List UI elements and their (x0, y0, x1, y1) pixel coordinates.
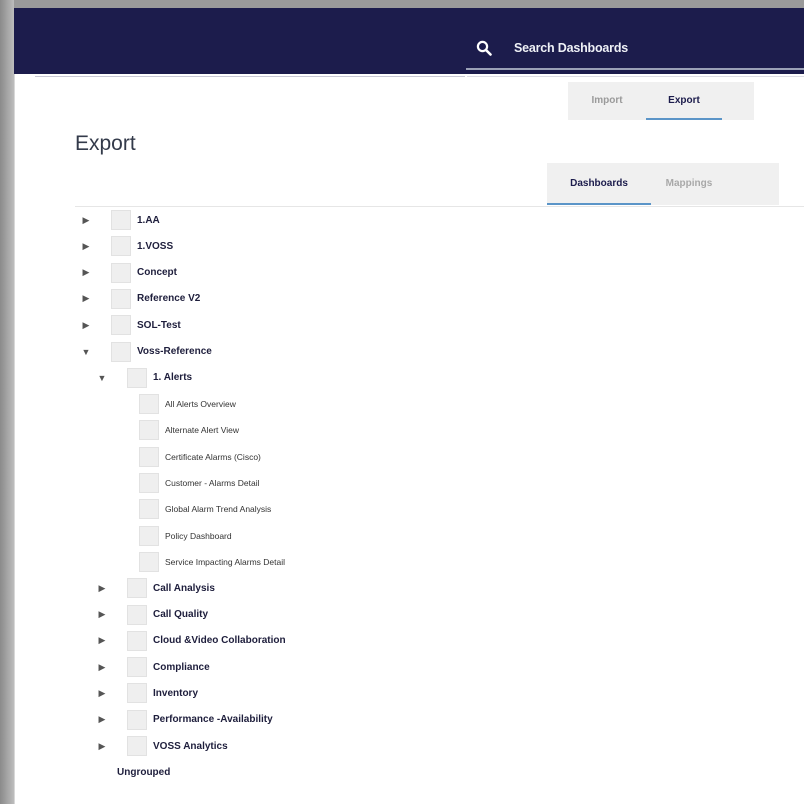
tree-item[interactable]: ▼ 1. Alerts (95, 365, 192, 391)
tree-item-checkbox[interactable] (111, 341, 131, 362)
tree-item-label: Customer - Alarms Detail (165, 478, 260, 488)
tree-item-label: VOSS Analytics (153, 740, 228, 752)
tree-item-label: SOL-Test (137, 319, 181, 331)
caret-right-icon[interactable]: ▶ (95, 714, 109, 725)
tree-item[interactable]: Customer - Alarms Detail (139, 470, 259, 496)
tree-item-label: Alternate Alert View (165, 425, 240, 436)
tree-item-checkbox[interactable] (139, 420, 159, 441)
tree-item[interactable]: ▶ Performance -Availability (95, 707, 273, 733)
tree-item[interactable]: All Alerts Overview (139, 391, 236, 417)
tree-item-label: Ungrouped (117, 766, 171, 778)
tree-item-label: Reference V2 (137, 293, 201, 305)
tree-item[interactable]: ▶ Call Analysis (95, 575, 215, 601)
tree-item-label: 1. Alerts (153, 372, 193, 384)
tree-item-checkbox[interactable] (127, 604, 147, 625)
tree-item-checkbox[interactable] (127, 630, 147, 651)
caret-right-icon[interactable]: ▶ (79, 293, 93, 304)
caret-right-icon[interactable]: ▶ (79, 320, 93, 331)
tree-item[interactable]: Service Impacting Alarms Detail (139, 549, 285, 575)
tree-item[interactable]: ▶ Concept (79, 260, 177, 286)
tree-item[interactable]: Ungrouped (111, 759, 170, 785)
tree-item-label: Concept (137, 267, 177, 279)
tree-item-label: Inventory (153, 687, 199, 699)
top-bar: Search Dashboards (14, 8, 804, 74)
tree-item-checkbox[interactable] (127, 683, 147, 704)
tree-item[interactable]: ▶ SOL-Test (79, 312, 181, 338)
main-content: Import Export Export Dashboards Mappings… (14, 74, 804, 804)
tree-item-label: Global Alarm Trend Analysis (165, 504, 272, 515)
tree-item-checkbox[interactable] (139, 473, 159, 493)
caret-right-icon[interactable]: ▶ (79, 267, 93, 278)
tab-dashboards[interactable]: Dashboards (547, 163, 651, 205)
tree-item[interactable]: ▶ Compliance (95, 654, 210, 680)
tree-item[interactable]: ▼ Voss-Reference (79, 339, 212, 365)
tree-item-checkbox[interactable] (139, 499, 159, 520)
tree-item-label: Call Analysis (153, 582, 215, 594)
tree-item-label: Voss-Reference (137, 346, 212, 357)
divider (75, 206, 804, 207)
tree-item-checkbox[interactable] (139, 525, 159, 546)
tree-item[interactable]: ▶ Call Quality (95, 602, 208, 628)
tree-item-label: 1.VOSS (137, 240, 174, 252)
tab-export[interactable]: Export (646, 82, 722, 120)
tree-item-checkbox[interactable] (127, 657, 147, 678)
caret-right-icon[interactable]: ▶ (95, 688, 109, 699)
divider (35, 76, 465, 77)
caret-right-icon[interactable]: ▶ (95, 662, 109, 673)
tree-item[interactable]: Alternate Alert View (139, 417, 239, 443)
tree-item-label: Call Quality (153, 609, 209, 620)
tree-item-checkbox[interactable] (127, 736, 147, 756)
caret-right-icon[interactable]: ▶ (95, 635, 109, 646)
tree-item-checkbox[interactable] (111, 236, 131, 257)
import-export-tabs: Import Export (568, 82, 754, 120)
tree-item-checkbox[interactable] (111, 262, 131, 283)
tab-mappings[interactable]: Mappings (651, 163, 727, 205)
search-bar[interactable]: Search Dashboards (466, 28, 804, 70)
tree-item[interactable]: ▶ 1.AA (79, 207, 160, 233)
tree-item-label: Compliance (153, 661, 210, 673)
tree-item[interactable]: ▶ Cloud &Video Collaboration (95, 628, 286, 654)
search-input[interactable]: Search Dashboards (514, 41, 628, 55)
tab-import[interactable]: Import (568, 82, 646, 120)
tree-item-label: Performance -Availability (153, 714, 273, 726)
tree-item[interactable]: ▶ 1.VOSS (79, 233, 173, 259)
tree-item-checkbox[interactable] (139, 446, 159, 467)
caret-down-icon[interactable]: ▼ (95, 373, 109, 383)
tree-item-checkbox[interactable] (127, 709, 147, 730)
tree-item[interactable]: Policy Dashboard (139, 523, 232, 549)
tree-item[interactable]: ▶ Inventory (95, 680, 198, 706)
tree-item-label: Cloud &Video Collaboration (153, 635, 286, 647)
tree-item-checkbox[interactable] (127, 367, 147, 388)
tree-item-checkbox[interactable] (139, 394, 159, 415)
tree-item[interactable]: Certificate Alarms (Cisco) (139, 444, 261, 470)
tree-item-label: Service Impacting Alarms Detail (165, 556, 285, 567)
tree-item-label: 1.AA (137, 214, 160, 226)
divider (467, 76, 804, 77)
tree-item-checkbox[interactable] (111, 288, 131, 309)
tree-item-label: All Alerts Overview (165, 399, 236, 410)
caret-right-icon[interactable]: ▶ (95, 583, 109, 594)
tree-item-checkbox[interactable] (139, 551, 159, 572)
tree-item-label: Policy Dashboard (165, 530, 232, 541)
left-shadow (0, 0, 14, 804)
page-title: Export (75, 132, 136, 155)
caret-right-icon[interactable]: ▶ (95, 609, 109, 620)
caret-right-icon[interactable]: ▶ (79, 241, 93, 252)
caret-right-icon[interactable]: ▶ (79, 215, 93, 226)
tree-item-checkbox[interactable] (127, 578, 147, 599)
tree-item-checkbox[interactable] (111, 210, 131, 230)
export-type-tabs: Dashboards Mappings (547, 163, 779, 205)
tree-item-checkbox[interactable] (111, 315, 131, 336)
search-icon (476, 40, 492, 56)
tree-item-label: Certificate Alarms (Cisco) (165, 451, 261, 462)
caret-right-icon[interactable]: ▶ (95, 741, 109, 752)
tree-item[interactable]: ▶ Reference V2 (79, 286, 200, 312)
caret-down-icon[interactable]: ▼ (79, 347, 93, 357)
tree-item[interactable]: ▶ VOSS Analytics (95, 733, 228, 759)
tree-item[interactable]: Global Alarm Trend Analysis (139, 496, 271, 522)
